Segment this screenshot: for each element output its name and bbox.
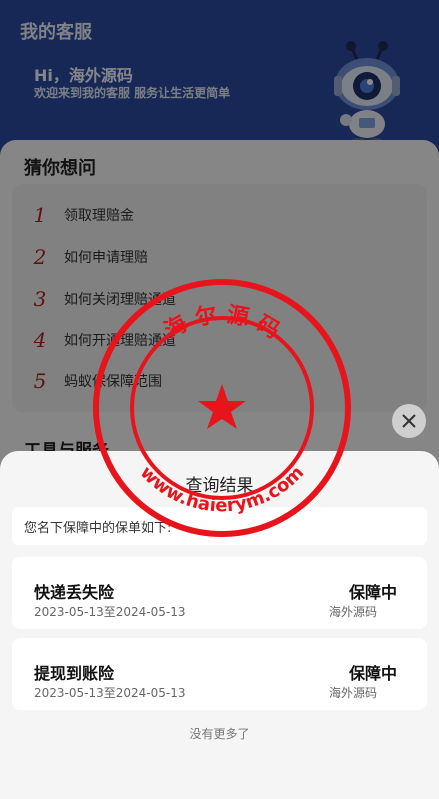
close-button[interactable] [392, 404, 426, 438]
policy-name: 提现到账险 [34, 664, 115, 683]
sheet-title: 查询结果 [185, 476, 254, 496]
policy-period: 2023-05-13至2024-05-13 [34, 686, 186, 700]
policy-card[interactable]: 快递丢失险 2023-05-13至2024-05-13 保障中 海外源码 [12, 557, 427, 629]
policy-status: 保障中 [348, 664, 397, 683]
policy-name: 快递丢失险 [34, 583, 115, 602]
close-icon [402, 414, 416, 428]
policy-notice: 您名下保障中的保单如下: [12, 507, 427, 545]
list-end-text: 没有更多了 [189, 727, 250, 741]
policy-status: 保障中 [348, 583, 397, 602]
query-result-sheet: 查询结果 您名下保障中的保单如下: 快递丢失险 2023-05-13至2024-… [0, 451, 439, 799]
policy-period: 2023-05-13至2024-05-13 [34, 605, 186, 619]
policy-card[interactable]: 提现到账险 2023-05-13至2024-05-13 保障中 海外源码 [12, 638, 427, 710]
policy-issuer: 海外源码 [328, 605, 377, 619]
policy-issuer: 海外源码 [328, 686, 377, 700]
